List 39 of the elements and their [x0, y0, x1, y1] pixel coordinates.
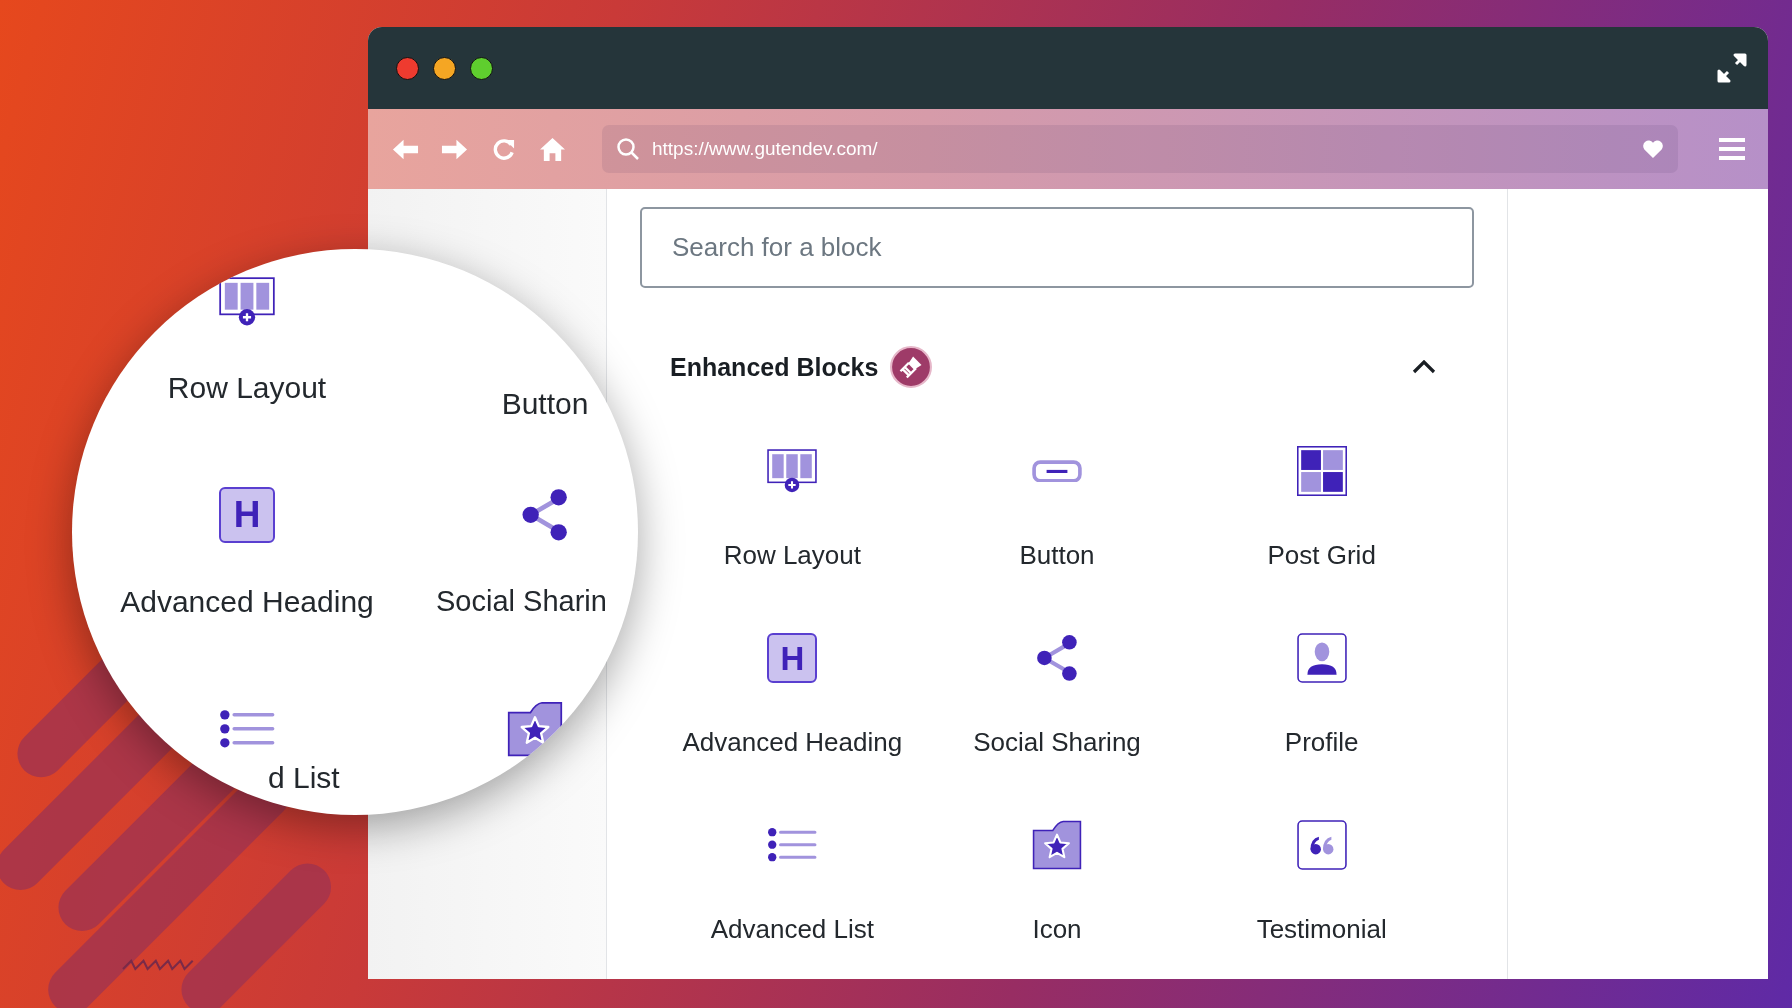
block-label: Advanced Heading — [120, 585, 374, 619]
heading-icon: H — [767, 633, 818, 683]
share-icon — [1034, 634, 1080, 682]
block-item[interactable]: Social Sharing — [924, 631, 1190, 818]
block-label: d List — [268, 761, 340, 795]
columns-icon — [219, 276, 275, 326]
section-title: Enhanced Blocks — [670, 352, 879, 382]
heart-icon[interactable] — [1642, 139, 1664, 159]
grid-icon — [1296, 446, 1347, 496]
heading-icon: H — [219, 487, 275, 543]
block-item[interactable]: Row Layout — [660, 444, 925, 631]
block-label: Row Layout — [167, 371, 327, 405]
search-field[interactable]: Search for a block — [640, 207, 1474, 288]
profile-icon — [1296, 633, 1347, 683]
url-text: https://www.gutendev.com/ — [652, 138, 879, 160]
menu-icon[interactable] — [1718, 137, 1746, 161]
star-icon — [1032, 820, 1082, 870]
search-icon — [616, 137, 640, 161]
maximize-window-button[interactable] — [470, 56, 493, 80]
block-label: Button — [501, 387, 589, 421]
list-icon — [219, 709, 275, 749]
block-item[interactable]: Post Grid — [1189, 444, 1454, 631]
block-item[interactable]: Advanced List — [660, 818, 925, 979]
chevron-icon[interactable] — [1412, 360, 1436, 374]
block-item[interactable]: Testimonial — [1189, 818, 1454, 979]
block-item[interactable]: H Advanced Heading — [660, 631, 925, 818]
block-item[interactable]: Button — [924, 444, 1190, 631]
block-item[interactable]: Profile — [1189, 631, 1454, 818]
columns-icon — [767, 449, 818, 493]
minimize-window-button[interactable] — [433, 56, 456, 80]
brush-icon — [890, 346, 933, 388]
close-window-button[interactable] — [396, 56, 419, 80]
quote-icon — [1296, 820, 1347, 870]
home-icon[interactable] — [539, 136, 566, 162]
block-label: Social Sharin — [436, 585, 607, 618]
button-icon — [1032, 459, 1082, 483]
list-icon — [767, 827, 818, 863]
expand-icon[interactable] — [1716, 52, 1748, 84]
block-item[interactable]: Icon — [924, 818, 1190, 979]
